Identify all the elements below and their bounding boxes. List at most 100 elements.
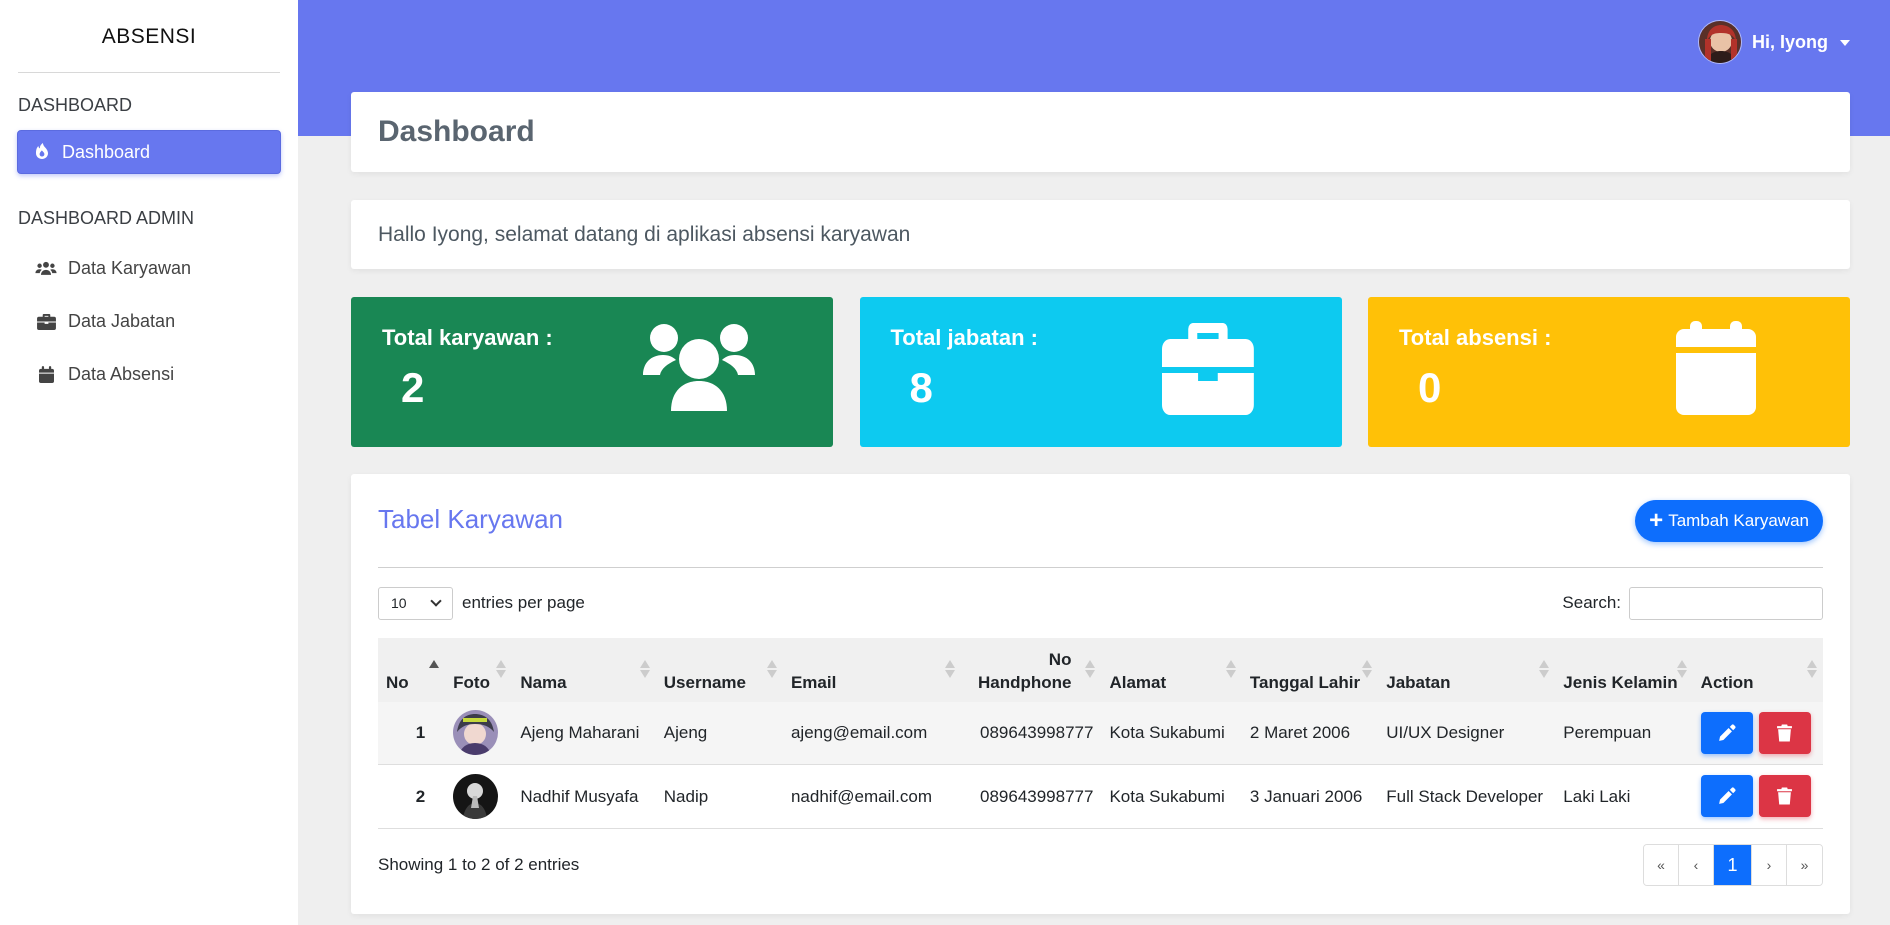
sidebar-item-label: Data Absensi [68, 364, 175, 384]
sidebar-item-label: Dashboard [62, 141, 151, 162]
sidebar-item-data-jabatan[interactable]: Data Jabatan [0, 295, 298, 348]
cell-foto [445, 702, 513, 765]
stat-label: Total karyawan : [382, 325, 553, 350]
welcome-text: Hallo Iyong, selamat datang di aplikasi … [378, 222, 911, 246]
page-prev-button[interactable]: ‹ [1679, 845, 1714, 885]
caret-down-icon [1840, 40, 1850, 46]
divider [18, 72, 280, 73]
add-employee-button[interactable]: + Tambah Karyawan [1635, 500, 1823, 542]
sort-icon [1085, 660, 1096, 678]
search-label: Search: [1562, 593, 1621, 612]
cell-foto [445, 764, 513, 829]
trash-icon [1777, 724, 1793, 742]
cell-action [1692, 702, 1823, 765]
sort-icon [1807, 660, 1817, 678]
cell-tanggal-lahir: 3 Januari 2006 [1241, 764, 1379, 829]
edit-button[interactable] [1700, 711, 1753, 754]
brand-title: ABSENSI [101, 25, 197, 48]
cell-nama: Ajeng Maharani [512, 702, 656, 765]
employee-photo [453, 773, 499, 819]
col-header-foto[interactable]: Foto [445, 638, 512, 702]
delete-button[interactable] [1758, 711, 1811, 754]
plus-icon: + [1649, 507, 1664, 534]
page-1-button[interactable]: 1 [1714, 845, 1752, 885]
entries-per-page-label: entries per page [462, 593, 585, 612]
calendar-icon [1676, 321, 1756, 415]
pencil-icon [1718, 787, 1736, 804]
sidebar-item-label: Data Jabatan [68, 311, 176, 331]
briefcase-icon [1161, 323, 1254, 415]
table-header-row: No Foto Nama Username Email No Handphone… [378, 638, 1823, 702]
cell-jenis-kelamin: Perempuan [1555, 702, 1693, 765]
edit-button[interactable] [1700, 775, 1753, 817]
col-header-no-handphone[interactable]: No Handphone [961, 638, 1101, 702]
trash-icon [1777, 787, 1793, 805]
employee-photo [453, 710, 499, 756]
sidebar-item-data-karyawan[interactable]: Data Karyawan [0, 242, 298, 295]
sort-icon [496, 660, 507, 678]
cell-hp: 089643998777 [961, 702, 1102, 765]
stats-row: Total karyawan : 2 Total jabatan : 8 Tot… [351, 297, 1850, 447]
stat-label: Total jabatan : [890, 325, 1039, 350]
col-header-nama[interactable]: Nama [512, 638, 655, 702]
sort-icon [1676, 660, 1687, 678]
page-last-button[interactable]: » [1787, 845, 1822, 885]
add-employee-label: Tambah Karyawan [1668, 511, 1809, 530]
stat-value: 2 [401, 364, 425, 411]
sidebar-item-label: Data Karyawan [68, 258, 192, 278]
col-header-tanggal-lahir[interactable]: Tanggal Lahir [1242, 638, 1378, 702]
sidebar-item-dashboard[interactable]: Dashboard [17, 130, 281, 174]
fire-icon [34, 143, 52, 161]
col-header-no[interactable]: No [378, 638, 445, 702]
chevron-down-icon [430, 595, 442, 607]
cell-alamat: Kota Sukabumi [1101, 702, 1242, 765]
stat-label: Total absensi : [1399, 325, 1552, 350]
cell-action [1692, 764, 1823, 829]
stat-card-karyawan: Total karyawan : 2 [351, 297, 833, 447]
pagination: « ‹ 1 › » [1643, 844, 1823, 886]
col-header-jenis-kelamin[interactable]: Jenis Kelamin [1555, 638, 1692, 702]
sort-icon [766, 660, 777, 678]
sidebar-item-data-absensi[interactable]: Data Absensi [0, 348, 298, 401]
stat-card-absensi: Total absensi : 0 [1368, 297, 1850, 447]
page-title-card: Dashboard [351, 92, 1850, 172]
user-menu[interactable]: Hi, Iyong [1698, 20, 1850, 64]
sort-icon [639, 660, 650, 678]
employee-table-card: Tabel Karyawan + Tambah Karyawan 10 entr… [351, 474, 1850, 914]
user-greeting: Hi, Iyong [1752, 31, 1828, 52]
calendar-icon [34, 365, 58, 385]
cell-username: Ajeng [655, 702, 783, 765]
col-header-username[interactable]: Username [656, 638, 783, 702]
pencil-icon [1718, 724, 1736, 741]
cell-alamat: Kota Sukabumi [1101, 764, 1242, 829]
cell-jabatan: UI/UX Designer [1378, 702, 1556, 765]
table-row: 2 Nadhif Musyafa Nadip nadhif@email.com … [378, 764, 1823, 829]
cell-hp: 089643998777 [961, 764, 1102, 829]
sidebar-section-admin: DASHBOARD ADMIN [18, 208, 195, 228]
welcome-card: Hallo Iyong, selamat datang di aplikasi … [351, 200, 1850, 269]
entries-per-page-select[interactable]: 10 [378, 586, 453, 620]
users-icon [34, 259, 58, 279]
table-row: 1 Ajeng Maharani Ajeng ajeng@email.com 0… [378, 702, 1823, 765]
entries-per-page-value: 10 [391, 595, 407, 611]
col-header-email[interactable]: Email [783, 638, 961, 702]
col-header-action[interactable]: Action [1693, 638, 1823, 702]
delete-button[interactable] [1758, 775, 1811, 817]
sort-icon [1539, 660, 1550, 678]
cell-tanggal-lahir: 2 Maret 2006 [1241, 702, 1379, 765]
cell-email: nadhif@email.com [782, 764, 962, 829]
page-first-button[interactable]: « [1644, 845, 1679, 885]
sidebar: ABSENSI DASHBOARD Dashboard DASHBOARD AD… [0, 0, 298, 925]
cell-nama: Nadhif Musyafa [512, 764, 656, 829]
page-next-button[interactable]: › [1752, 845, 1787, 885]
col-header-alamat[interactable]: Alamat [1101, 638, 1241, 702]
users-icon [643, 324, 755, 411]
sort-asc-icon [429, 660, 440, 678]
search-input[interactable] [1629, 586, 1823, 620]
main-content: Dashboard Hallo Iyong, selamat datang di… [351, 92, 1850, 914]
table-info: Showing 1 to 2 of 2 entries [378, 855, 580, 874]
stat-value: 0 [1418, 364, 1442, 411]
page-title: Dashboard [378, 115, 535, 148]
col-header-jabatan[interactable]: Jabatan [1378, 638, 1555, 702]
sort-icon [1225, 660, 1236, 678]
